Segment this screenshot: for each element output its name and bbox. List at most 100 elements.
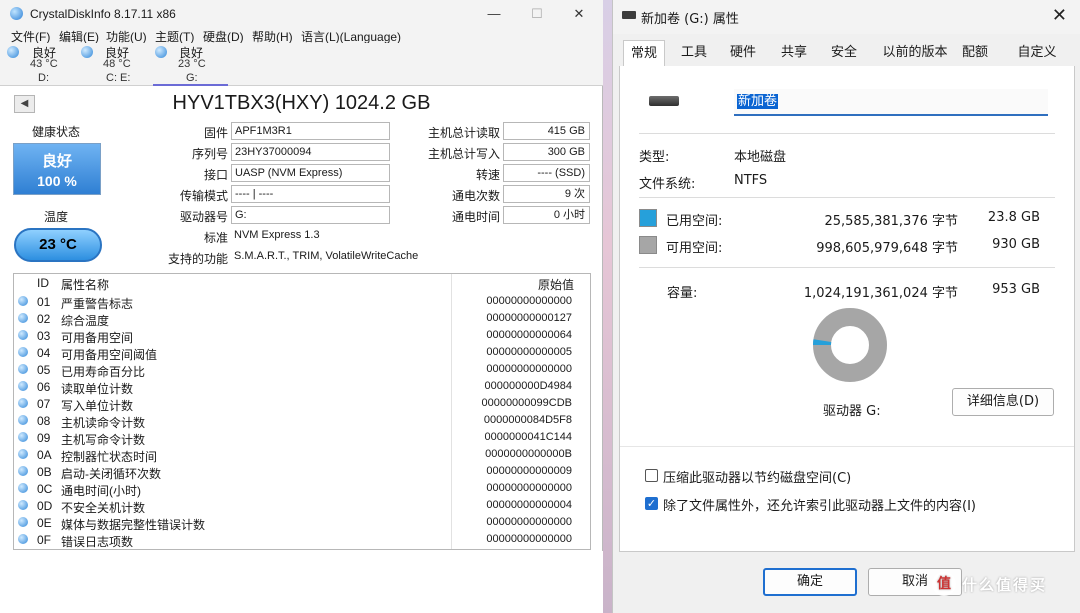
attribute-id: 0C (37, 482, 53, 496)
attribute-raw-value: 0000000000000B (485, 448, 572, 460)
smart-row[interactable]: 05 已用寿命百分比 00000000000000 (14, 361, 574, 379)
smart-row[interactable]: 0A 控制器忙状态时间 0000000000000B (14, 446, 574, 464)
attribute-raw-value: 00000000000000 (486, 516, 572, 528)
general-tab-panel: 新加卷 类型: 本地磁盘 文件系统: NTFS 已用空间: 25,585,381… (619, 66, 1075, 552)
power-on-hours-label: 通电时间 (451, 210, 500, 224)
attribute-status-icon (18, 415, 28, 425)
smart-row[interactable]: 0E 媒体与数据完整性错误计数 00000000000000 (14, 514, 574, 532)
smart-row[interactable]: 0C 通电时间(小时) 00000000000000 (14, 480, 574, 498)
attribute-raw-value: 0000000084D5F8 (483, 414, 572, 426)
properties-close-button[interactable]: ✕ (1052, 5, 1067, 26)
tab-quota[interactable]: 配额 (957, 40, 993, 66)
free-space-size: 930 GB (992, 237, 1040, 252)
smart-row[interactable]: 06 读取单位计数 000000000D4984 (14, 378, 574, 396)
attribute-status-icon (18, 398, 28, 408)
cdi-empty-area (0, 551, 603, 613)
attribute-raw-value: 00000000000004 (486, 499, 572, 511)
disk-usage-donut-chart (813, 308, 887, 382)
attribute-id: 02 (37, 312, 51, 326)
crystaldiskinfo-window: CrystalDiskInfo 8.17.11 x86 — ☐ ✕ 文件(F) … (0, 0, 603, 613)
attribute-raw-value: 00000000000127 (486, 312, 572, 324)
minimize-button[interactable]: — (471, 0, 517, 27)
index-contents-label[interactable]: 除了文件属性外，还允许索引此驱动器上文件的内容(I) (663, 495, 976, 514)
used-space-label: 已用空间: (666, 214, 723, 229)
tab-customize[interactable]: 自定义 (1008, 40, 1066, 66)
attribute-status-icon (18, 313, 28, 323)
attribute-raw-value: 00000000000009 (486, 465, 572, 477)
drive-tab-g[interactable]: 良好 23 °C G: (153, 43, 228, 86)
close-button[interactable]: ✕ (556, 0, 602, 27)
attribute-id: 07 (37, 397, 51, 411)
drive-temp: 23 °C (178, 58, 206, 70)
attribute-status-icon (18, 347, 28, 357)
attribute-id: 06 (37, 380, 51, 394)
smart-row[interactable]: 0F 错误日志项数 00000000000000 (14, 531, 574, 549)
header-id[interactable]: ID (37, 276, 49, 290)
filesystem-label: 文件系统: (639, 177, 696, 192)
drive-tab-ce[interactable]: 良好 48 °C C: E: (78, 43, 153, 86)
properties-title: 新加卷 (G:) 属性 (641, 12, 739, 27)
crystaldiskinfo-app-icon (10, 7, 23, 20)
compress-drive-checkbox[interactable] (645, 469, 658, 482)
header-attribute-name[interactable]: 属性名称 (61, 276, 109, 293)
tab-previous-versions[interactable]: 以前的版本 (877, 40, 953, 66)
smart-row[interactable]: 09 主机写命令计数 0000000041C144 (14, 429, 574, 447)
health-status-label: 健康状态 (31, 125, 80, 139)
drive-tab-d[interactable]: 良好 43 °C D: (4, 43, 79, 86)
watermark-logo-icon: 值 (932, 572, 956, 596)
volume-name-input[interactable]: 新加卷 (734, 89, 1048, 116)
smart-row[interactable]: 08 主机读命令计数 0000000084D5F8 (14, 412, 574, 430)
smart-row[interactable]: 0D 不安全关机计数 00000000000004 (14, 497, 574, 515)
host-writes-value: 300 GB (503, 143, 590, 161)
capacity-size: 953 GB (992, 282, 1040, 297)
header-raw-value[interactable]: 原始值 (538, 276, 574, 293)
attribute-id: 04 (37, 346, 51, 360)
tab-sharing[interactable]: 共享 (774, 40, 814, 66)
attribute-raw-value: 00000000000000 (486, 363, 572, 375)
attribute-id: 09 (37, 431, 51, 445)
previous-drive-button[interactable]: ◀ (14, 95, 35, 113)
ok-button[interactable]: 确定 (763, 568, 857, 596)
tab-general[interactable]: 常规 (623, 40, 665, 66)
compress-drive-label[interactable]: 压缩此驱动器以节约磁盘空间(C) (663, 467, 851, 486)
used-space-color-swatch (639, 209, 657, 227)
attribute-id: 03 (37, 329, 51, 343)
index-contents-checkbox[interactable]: ✓ (645, 497, 658, 510)
smart-row[interactable]: 0B 启动-关闭循环次数 00000000000009 (14, 463, 574, 481)
drive-icon (649, 96, 679, 106)
maximize-button[interactable]: ☐ (514, 0, 560, 27)
tab-security[interactable]: 安全 (824, 40, 864, 66)
tab-hardware[interactable]: 硬件 (723, 40, 763, 66)
free-space-bytes: 998,605,979,648 字节 (816, 241, 958, 256)
tab-tools[interactable]: 工具 (674, 40, 714, 66)
drive-name-label: 驱动器 G: (823, 404, 881, 419)
smart-row[interactable]: 03 可用备用空间 00000000000064 (14, 327, 574, 345)
drive-status-icon (7, 46, 19, 58)
attribute-id: 0E (37, 516, 52, 530)
smart-row[interactable]: 07 写入单位计数 00000000099CDB (14, 395, 574, 413)
drive-temp: 48 °C (103, 58, 131, 70)
smart-row[interactable]: 04 可用备用空间阈值 00000000000005 (14, 344, 574, 362)
attribute-raw-value: 00000000000000 (486, 295, 572, 307)
details-button[interactable]: 详细信息(D) (952, 388, 1054, 416)
smart-row[interactable]: 01 严重警告标志 00000000000000 (14, 293, 574, 311)
host-reads-label: 主机总计读取 (427, 126, 500, 140)
drive-status-icon (155, 46, 167, 58)
drive-icon (622, 11, 636, 19)
used-space-bytes: 25,585,381,376 字节 (824, 214, 958, 229)
smart-row[interactable]: 02 综合温度 00000000000127 (14, 310, 574, 328)
host-reads-value: 415 GB (503, 122, 590, 140)
capacity-bytes: 1,024,191,361,024 字节 (803, 286, 958, 301)
power-on-count-label: 通电次数 (451, 189, 500, 203)
drive-letter: G: (186, 72, 198, 84)
attribute-id: 05 (37, 363, 51, 377)
attribute-raw-value: 00000000000005 (486, 346, 572, 358)
attribute-raw-value: 00000000099CDB (481, 397, 572, 409)
attribute-name: 错误日志项数 (61, 535, 134, 549)
free-space-color-swatch (639, 236, 657, 254)
transfer-mode-value: ---- | ---- (231, 185, 390, 203)
power-on-hours-value: 0 小时 (503, 206, 590, 224)
drive-letter-value: G: (231, 206, 390, 224)
serial-label: 序列号 (191, 147, 228, 161)
smart-table-header: ID 属性名称 原始值 (14, 274, 590, 293)
